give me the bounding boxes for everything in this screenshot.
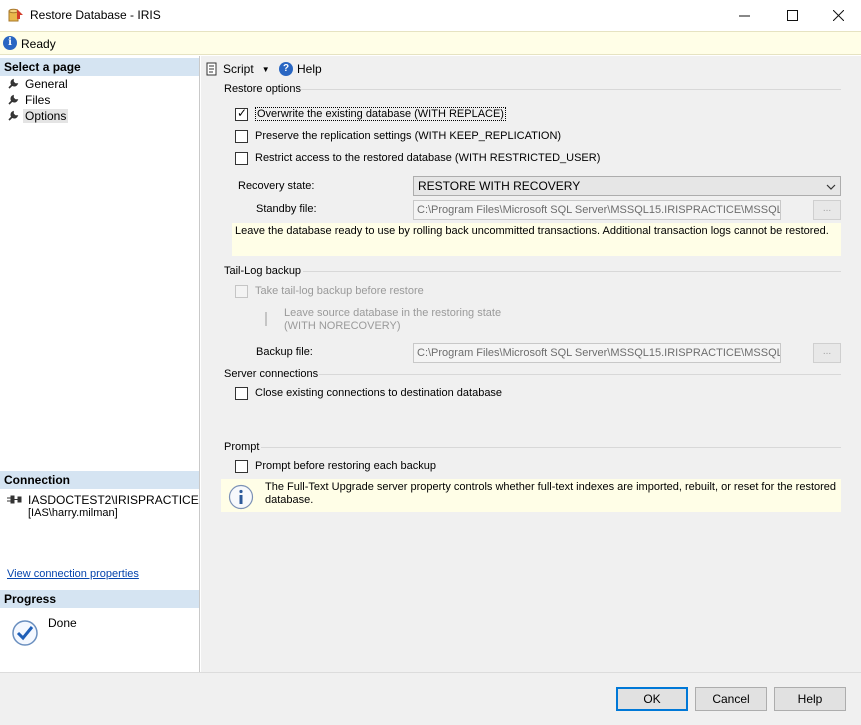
divider [303,271,841,272]
overwrite-checkbox-row[interactable]: ✓ Overwrite the existing database (WITH … [235,106,506,122]
standby-browse-button[interactable]: ... [813,200,841,220]
status-bar: i Ready [0,31,861,55]
sidebar-item-options[interactable]: Options [7,108,69,124]
recovery-state-select[interactable]: RESTORE WITH RECOVERY [413,176,841,196]
maximize-icon[interactable] [769,0,815,30]
progress-state: Done [48,616,77,630]
status-text: Ready [21,37,56,51]
select-page-header: Select a page [0,58,199,76]
divider [301,89,841,90]
script-button[interactable]: Script ▼ [205,60,270,78]
wrench-icon [8,78,19,89]
script-icon [206,62,217,76]
restrict-access-checkbox-row[interactable]: Restrict access to the restored database… [235,150,600,166]
connection-user: [IAS\harry.milman] [28,507,118,519]
scrollbar[interactable] [853,57,861,672]
fulltext-note-line1: The Full-Text Upgrade server property co… [265,481,837,493]
connection-header: Connection [0,471,199,489]
server-connections-label: Server connections [224,368,319,380]
take-tail-log-checkbox-row[interactable]: Take tail-log backup before restore [235,283,424,299]
fulltext-note: The Full-Text Upgrade server property co… [221,479,841,512]
recovery-note: Leave the database ready to use by rolli… [232,223,841,256]
divider [319,374,841,375]
leave-source-checkbox-row[interactable]: Leave source database in the restoring s… [265,307,565,337]
sidebar-item-label: Files [25,93,51,107]
help-icon: ? [279,62,293,76]
minimize-icon[interactable] [721,0,767,30]
left-panel: Select a page General Files Options Conn… [0,56,200,672]
wrench-icon [8,94,19,105]
take-tail-log-checkbox[interactable] [235,284,248,298]
restore-options-label: Restore options [224,83,302,95]
overwrite-checkbox[interactable]: ✓ [235,106,248,121]
connection-icon [7,495,22,504]
help-button[interactable]: Help [774,687,846,711]
restore-database-icon [8,8,23,22]
sidebar-item-label: Options [23,109,69,123]
info-icon: i [3,36,17,50]
tail-log-label: Tail-Log backup [224,265,302,277]
view-connection-properties-link[interactable]: View connection properties [7,568,139,580]
script-label: Script [223,62,254,76]
sidebar-item-files[interactable]: Files [7,92,50,108]
done-check-icon [12,620,38,646]
backup-file-input[interactable]: C:\Program Files\Microsoft SQL Server\MS… [413,343,781,363]
close-connections-checkbox[interactable] [235,386,248,400]
dialog-button-bar: OK Cancel Help [0,672,861,725]
connection-server: IASDOCTEST2\IRISPRACTICE [28,493,199,507]
window-title: Restore Database - IRIS [30,8,161,22]
title-bar: Restore Database - IRIS [0,0,861,30]
leave-source-label-line1: Leave source database in the restoring s… [284,307,502,319]
backup-browse-button[interactable]: ... [813,343,841,363]
help-toolbar-button[interactable]: ? Help [279,60,322,78]
close-icon[interactable] [815,0,861,30]
standby-file-label: Standby file: [256,203,317,215]
sidebar-item-label: General [25,77,68,91]
prompt-label: Prompt [224,441,260,453]
take-tail-log-label: Take tail-log backup before restore [255,285,424,297]
cancel-button[interactable]: Cancel [695,687,767,711]
sidebar-item-general[interactable]: General [7,76,68,92]
progress-header: Progress [0,590,199,608]
restrict-access-label: Restrict access to the restored database… [255,152,601,164]
ok-button[interactable]: OK [616,687,688,711]
leave-source-checkbox[interactable] [265,312,267,326]
recovery-state-value: RESTORE WITH RECOVERY [418,179,581,193]
leave-source-label-line2: (WITH NORECOVERY) [284,320,401,332]
options-panel: Script ▼ ? Help Restore options ✓ Overwr… [201,56,861,672]
prompt-before-checkbox-row[interactable]: Prompt before restoring each backup [235,458,436,474]
chevron-down-icon[interactable]: ▼ [262,65,270,74]
standby-file-input[interactable]: C:\Program Files\Microsoft SQL Server\MS… [413,200,781,220]
restrict-access-checkbox[interactable] [235,151,248,165]
overwrite-label: Overwrite the existing database (WITH RE… [255,107,506,121]
recovery-note-text: Leave the database ready to use by rolli… [235,225,829,237]
wrench-icon [8,110,19,121]
recovery-state-label: Recovery state: [238,180,315,192]
preserve-replication-checkbox[interactable] [235,129,248,143]
chevron-down-icon [826,184,836,190]
info-icon [228,484,254,510]
preserve-replication-label: Preserve the replication settings (WITH … [255,130,562,142]
backup-file-label: Backup file: [256,346,313,358]
prompt-before-label: Prompt before restoring each backup [255,460,436,472]
divider [261,447,841,448]
close-connections-label: Close existing connections to destinatio… [255,387,503,399]
prompt-before-checkbox[interactable] [235,459,248,473]
help-label: Help [297,62,322,76]
close-connections-checkbox-row[interactable]: Close existing connections to destinatio… [235,385,502,401]
preserve-replication-checkbox-row[interactable]: Preserve the replication settings (WITH … [235,128,561,144]
fulltext-note-line2: database. [265,494,314,506]
